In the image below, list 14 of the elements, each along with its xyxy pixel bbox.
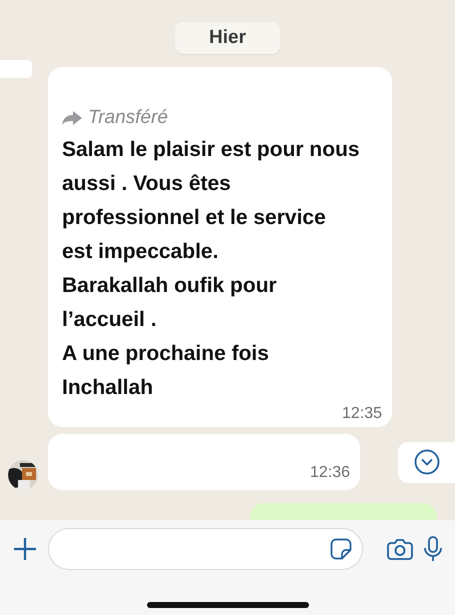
message-time: 12:36 xyxy=(310,464,350,482)
camera-button[interactable] xyxy=(387,538,413,560)
message-bubble xyxy=(0,60,32,78)
forward-arrow-icon xyxy=(62,111,82,125)
message-text: Salam le plaisir est pour nous aussi . Vous êtes professionnel et le service est impeccable. Barakallah oufik pour l’accueil . A une prochaine fois Inchallah xyxy=(62,137,361,401)
add-button[interactable] xyxy=(12,536,38,562)
chevron-down-icon xyxy=(414,449,440,475)
scroll-down-button[interactable] xyxy=(398,442,455,482)
microphone-button[interactable] xyxy=(423,536,443,562)
sticker-icon[interactable] xyxy=(330,538,352,560)
message-input[interactable] xyxy=(48,528,363,570)
message-time: 12:35 xyxy=(342,405,382,423)
forwarded-label: Transféré xyxy=(88,107,168,129)
date-chip: Hier xyxy=(175,22,280,54)
